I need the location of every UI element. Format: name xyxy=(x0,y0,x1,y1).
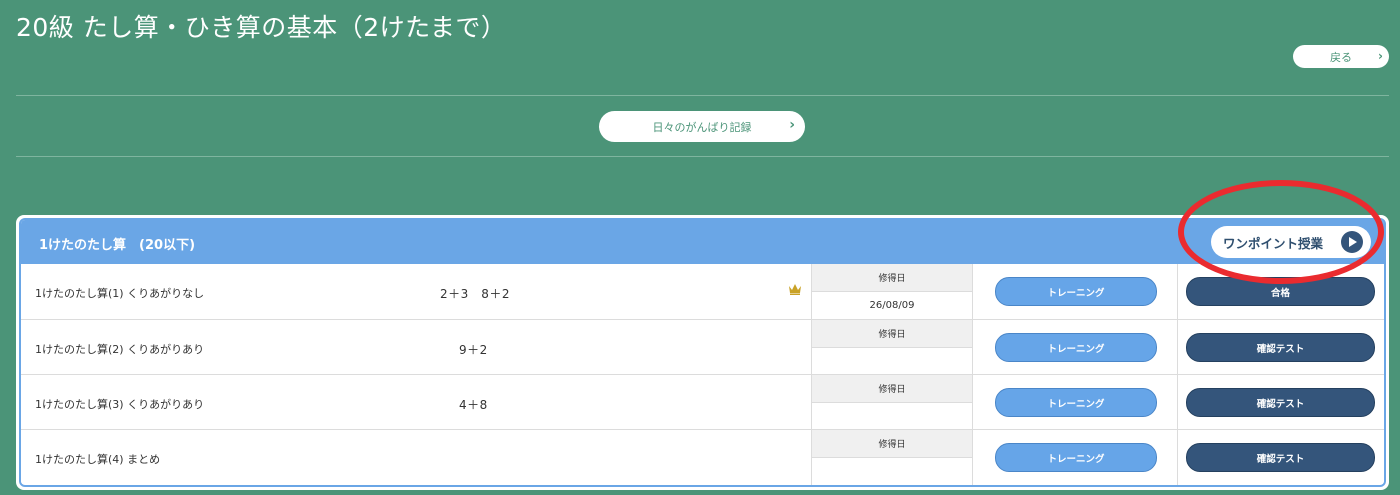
lesson-row: 1けたのたし算(1) くりあがりなし 2＋3 8＋2 修得日 26/08/09 … xyxy=(21,264,1384,319)
onepoint-lesson-button[interactable]: ワンポイント授業 xyxy=(1211,226,1371,258)
lesson-name: 1けたのたし算(3) くりあがりあり xyxy=(35,398,205,411)
training-button[interactable]: トレーニング xyxy=(995,333,1157,362)
lesson-row: 1けたのたし算(3) くりあがりあり 4＋8 修得日 トレーニング 確認テスト xyxy=(21,374,1384,430)
unit-card: 1けたのたし算 (20以下) ワンポイント授業 1けたのたし算(1) くりあがり… xyxy=(16,215,1389,490)
lesson-name: 1けたのたし算(1) くりあがりなし xyxy=(35,287,205,300)
mastered-date-label: 修得日 xyxy=(812,375,972,403)
mastered-date-label: 修得日 xyxy=(812,430,972,458)
lesson-example: 2＋3 8＋2 xyxy=(440,287,511,301)
lesson-row: 1けたのたし算(4) まとめ 修得日 トレーニング 確認テスト xyxy=(21,429,1384,485)
divider xyxy=(16,156,1389,157)
passed-button[interactable]: 合格 xyxy=(1186,277,1375,306)
mastered-date-value: 26/08/09 xyxy=(869,300,915,311)
check-test-button[interactable]: 確認テスト xyxy=(1186,443,1375,472)
page-title: 20級 たし算・ひき算の基本（2けたまで） xyxy=(16,13,507,42)
lesson-example: 4＋8 xyxy=(459,398,488,412)
mastered-date-value xyxy=(812,403,972,430)
mastered-date-label: 修得日 xyxy=(812,264,972,292)
mastered-date-cell: 修得日 26/08/09 xyxy=(811,264,973,319)
chevron-right-icon: › xyxy=(789,117,795,133)
lesson-row: 1けたのたし算(2) くりあがりあり 9＋2 修得日 トレーニング 確認テスト xyxy=(21,319,1384,375)
chevron-right-icon: › xyxy=(1378,49,1383,63)
crown-icon xyxy=(789,284,801,295)
mastered-date-value xyxy=(812,458,972,485)
test-cell: 確認テスト xyxy=(1177,430,1384,485)
daily-record-label: 日々のがんばり記録 xyxy=(652,120,752,134)
mastered-date-cell: 修得日 xyxy=(811,430,973,485)
onepoint-lesson-label: ワンポイント授業 xyxy=(1223,235,1324,251)
back-button-label: 戻る xyxy=(1330,50,1352,64)
training-button[interactable]: トレーニング xyxy=(995,277,1157,306)
test-cell: 確認テスト xyxy=(1177,375,1384,430)
test-cell: 合格 xyxy=(1177,264,1384,319)
check-test-button[interactable]: 確認テスト xyxy=(1186,333,1375,362)
training-button[interactable]: トレーニング xyxy=(995,388,1157,417)
mastered-date-label: 修得日 xyxy=(812,320,972,348)
training-button[interactable]: トレーニング xyxy=(995,443,1157,472)
lesson-example: 9＋2 xyxy=(459,343,488,357)
divider xyxy=(16,95,1389,96)
unit-title: 1けたのたし算 (20以下) xyxy=(39,238,196,253)
play-icon xyxy=(1341,231,1363,253)
mastered-date-cell: 修得日 xyxy=(811,320,973,375)
check-test-button[interactable]: 確認テスト xyxy=(1186,388,1375,417)
back-button[interactable]: 戻る › xyxy=(1293,45,1389,68)
unit-header: 1けたのたし算 (20以下) ワンポイント授業 xyxy=(21,220,1384,264)
unit-panel: 1けたのたし算 (20以下) ワンポイント授業 1けたのたし算(1) くりあがり… xyxy=(19,218,1386,487)
lesson-table: 1けたのたし算(1) くりあがりなし 2＋3 8＋2 修得日 26/08/09 … xyxy=(21,264,1384,485)
lesson-name: 1けたのたし算(4) まとめ xyxy=(35,453,161,466)
daily-record-button[interactable]: 日々のがんばり記録 › xyxy=(599,111,805,142)
mastered-date-value xyxy=(812,348,972,375)
lesson-name: 1けたのたし算(2) くりあがりあり xyxy=(35,343,205,356)
mastered-date-cell: 修得日 xyxy=(811,375,973,430)
test-cell: 確認テスト xyxy=(1177,320,1384,375)
